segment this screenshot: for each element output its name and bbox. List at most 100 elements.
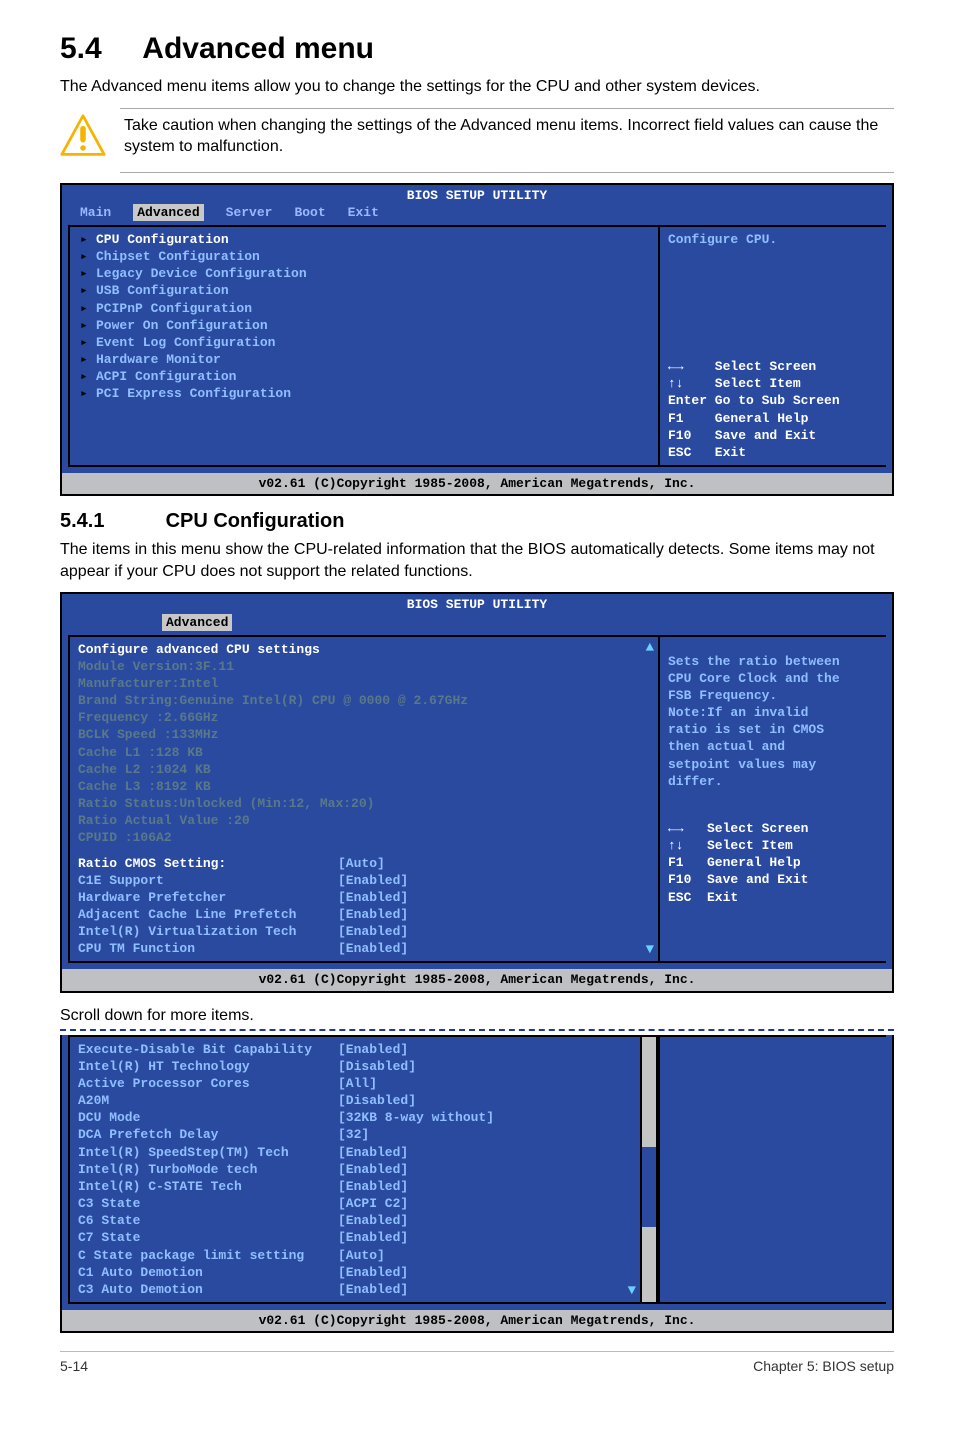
setting-adjacent-cache-line-prefetch[interactable]: Adjacent Cache Line Prefetch[Enabled]	[78, 906, 650, 923]
setting-c7-state[interactable]: C7 State[Enabled]	[78, 1229, 632, 1246]
scrollbar-thumb[interactable]	[642, 1147, 656, 1227]
scroll-down-icon[interactable]: ▼	[628, 1282, 636, 1300]
help-line: then actual and	[668, 738, 878, 755]
setting-c-state-package-limit[interactable]: C State package limit setting[Auto]	[78, 1247, 632, 1264]
page-footer: 5-14 Chapter 5: BIOS setup	[60, 1351, 894, 1374]
scrollbar[interactable]	[642, 1035, 658, 1304]
bios-left-panel: CPU Configuration Chipset Configuration …	[68, 225, 660, 467]
setting-c3-state[interactable]: C3 State[ACPI C2]	[78, 1195, 632, 1212]
setting-cstate-tech[interactable]: Intel(R) C-STATE Tech[Enabled]	[78, 1178, 632, 1195]
menu-usb-configuration[interactable]: USB Configuration	[78, 282, 650, 299]
setting-ratio-cmos[interactable]: Ratio CMOS Setting:[Auto]	[78, 855, 650, 872]
menu-legacy-device-configuration[interactable]: Legacy Device Configuration	[78, 265, 650, 282]
subsection-heading: 5.4.1 CPU Configuration	[60, 510, 894, 533]
section-title-text: Advanced menu	[142, 32, 374, 65]
bios-right-panel	[658, 1035, 886, 1304]
help-header: Configure CPU.	[668, 231, 878, 248]
cpu-info: Ratio Status:Unlocked (Min:12, Max:20)	[78, 795, 650, 812]
menu-pcipnp-configuration[interactable]: PCIPnP Configuration	[78, 300, 650, 317]
scroll-down-icon[interactable]: ▼	[646, 941, 654, 959]
menu-power-on-configuration[interactable]: Power On Configuration	[78, 317, 650, 334]
menu-event-log-configuration[interactable]: Event Log Configuration	[78, 334, 650, 351]
cpu-info: Cache L3 :8192 KB	[78, 778, 650, 795]
module-version: Module Version:3F.11	[78, 658, 650, 675]
section-number: 5.4	[60, 32, 102, 65]
menu-acpi-configuration[interactable]: ACPI Configuration	[78, 368, 650, 385]
setting-intel-virtualization[interactable]: Intel(R) Virtualization Tech[Enabled]	[78, 923, 650, 940]
help-line: Sets the ratio between	[668, 653, 878, 670]
help-line: CPU Core Clock and the	[668, 670, 878, 687]
setting-dca-prefetch-delay[interactable]: DCA Prefetch Delay[32]	[78, 1126, 632, 1143]
help-line: Note:If an invalid	[668, 704, 878, 721]
menu-hardware-monitor[interactable]: Hardware Monitor	[78, 351, 650, 368]
setting-c6-state[interactable]: C6 State[Enabled]	[78, 1212, 632, 1229]
bios-footer: v02.61 (C)Copyright 1985-2008, American …	[62, 969, 892, 990]
help-key-row: Enter Go to Sub Screen	[668, 392, 878, 409]
setting-dcu-mode[interactable]: DCU Mode[32KB 8-way without]	[78, 1109, 632, 1126]
divider	[120, 108, 894, 109]
help-line: FSB Frequency.	[668, 687, 878, 704]
bios-advanced-menu: BIOS SETUP UTILITY Main Advanced Server …	[60, 183, 894, 497]
help-key-row: ↑↓ Select Item	[668, 375, 878, 392]
cpu-setting-rows: Ratio CMOS Setting:[Auto] C1E Support[En…	[78, 855, 650, 958]
tab-boot[interactable]: Boot	[294, 204, 325, 221]
cpu-info: Cache L1 :128 KB	[78, 744, 650, 761]
setting-execute-disable[interactable]: Execute-Disable Bit Capability[Enabled]	[78, 1041, 632, 1058]
bios-right-panel: Sets the ratio between CPU Core Clock an…	[660, 635, 886, 964]
subsection-lead: The items in this menu show the CPU-rela…	[60, 539, 894, 582]
help-key-row: F10 Save and Exit	[668, 871, 878, 888]
subsection-number: 5.4.1	[60, 510, 160, 533]
bios-cpu-scroll-continued: Execute-Disable Bit Capability[Enabled] …	[60, 1035, 894, 1334]
help-keys: ←→ Select Screen ↑↓ Select Item F1 Gener…	[668, 820, 878, 906]
cpu-info: Ratio Actual Value :20	[78, 812, 650, 829]
cpu-info: Brand String:Genuine Intel(R) CPU @ 0000…	[78, 692, 650, 709]
tab-main[interactable]: Main	[80, 204, 111, 221]
cpu-info: Manufacturer:Intel	[78, 675, 650, 692]
cpu-info: BCLK Speed :133MHz	[78, 726, 650, 743]
setting-turbomode[interactable]: Intel(R) TurboMode tech[Enabled]	[78, 1161, 632, 1178]
setting-c1e-support[interactable]: C1E Support[Enabled]	[78, 872, 650, 889]
setting-ht-technology[interactable]: Intel(R) HT Technology[Disabled]	[78, 1058, 632, 1075]
cpu-info: Cache L2 :1024 KB	[78, 761, 650, 778]
bios-footer: v02.61 (C)Copyright 1985-2008, American …	[62, 1310, 892, 1331]
bios-title: BIOS SETUP UTILITY	[62, 594, 892, 613]
help-key-row: F1 General Help	[668, 854, 878, 871]
help-key-row: ←→ Select Screen	[668, 820, 878, 837]
menu-chipset-configuration[interactable]: Chipset Configuration	[78, 248, 650, 265]
caution-callout: Take caution when changing the settings …	[60, 113, 894, 164]
help-key-row: ↑↓ Select Item	[668, 837, 878, 854]
setting-speedstep[interactable]: Intel(R) SpeedStep(TM) Tech[Enabled]	[78, 1144, 632, 1161]
help-line: setpoint values may	[668, 756, 878, 773]
tab-exit[interactable]: Exit	[348, 204, 379, 221]
setting-cpu-tm-function[interactable]: CPU TM Function[Enabled]	[78, 940, 650, 957]
help-keys: ←→ Select Screen ↑↓ Select Item Enter Go…	[668, 358, 878, 461]
help-line: differ.	[668, 773, 878, 790]
setting-hardware-prefetcher[interactable]: Hardware Prefetcher[Enabled]	[78, 889, 650, 906]
bios-right-panel: Configure CPU. ←→ Select Screen ↑↓ Selec…	[660, 225, 886, 467]
section-heading: 5.4 Advanced menu	[60, 32, 894, 66]
menu-cpu-configuration[interactable]: CPU Configuration	[78, 231, 650, 248]
cpu-settings-heading: Configure advanced CPU settings	[78, 641, 650, 658]
setting-c3-auto-demotion[interactable]: C3 Auto Demotion[Enabled]	[78, 1281, 632, 1298]
section-lead: The Advanced menu items allow you to cha…	[60, 76, 894, 98]
caution-text: Take caution when changing the settings …	[124, 115, 894, 158]
cpu-info: Frequency :2.66GHz	[78, 709, 650, 726]
setting-c1-auto-demotion[interactable]: C1 Auto Demotion[Enabled]	[78, 1264, 632, 1281]
chapter-label: Chapter 5: BIOS setup	[753, 1358, 894, 1374]
setting-active-processor-cores[interactable]: Active Processor Cores[All]	[78, 1075, 632, 1092]
help-key-row: ESC Exit	[668, 444, 878, 461]
dashed-divider	[60, 1029, 894, 1031]
cpu-info: CPUID :106A2	[78, 829, 650, 846]
tab-server[interactable]: Server	[226, 204, 273, 221]
bios-title: BIOS SETUP UTILITY	[62, 185, 892, 204]
bios-footer: v02.61 (C)Copyright 1985-2008, American …	[62, 473, 892, 494]
tab-advanced[interactable]: Advanced	[133, 204, 203, 221]
scroll-up-icon[interactable]: ▲	[646, 639, 654, 657]
setting-a20m[interactable]: A20M[Disabled]	[78, 1092, 632, 1109]
warning-icon	[60, 113, 106, 159]
tab-advanced[interactable]: Advanced	[162, 614, 232, 631]
menu-pci-express-configuration[interactable]: PCI Express Configuration	[78, 385, 650, 402]
subsection-title: CPU Configuration	[166, 510, 345, 532]
scroll-note: Scroll down for more items.	[60, 1007, 894, 1025]
bios-cpu-configuration: BIOS SETUP UTILITY Advanced ▲ Configure …	[60, 592, 894, 992]
